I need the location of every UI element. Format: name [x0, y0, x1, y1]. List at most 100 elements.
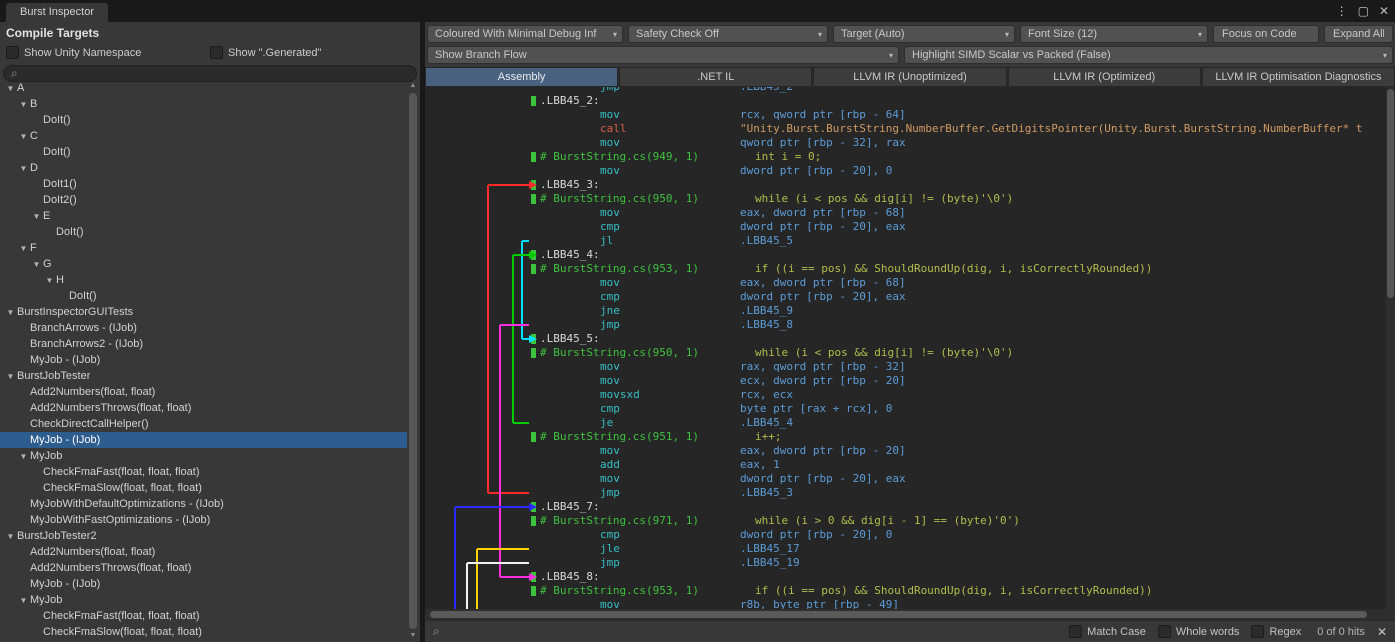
debug-info-dropdown[interactable]: Coloured With Minimal Debug Inf▾ — [427, 25, 623, 43]
close-icon[interactable]: ✕ — [1377, 625, 1387, 639]
safety-check-dropdown[interactable]: Safety Check Off▾ — [628, 25, 828, 43]
match-case-checkbox[interactable] — [1069, 625, 1082, 638]
tree-item-myjob[interactable]: ▼MyJob — [0, 592, 407, 608]
code-horizontal-scrollbar-thumb[interactable] — [430, 611, 1367, 618]
expand-all-button[interactable]: Expand All — [1324, 25, 1393, 43]
search-input[interactable] — [22, 68, 409, 80]
tree-item-checkfmafast-float-float-float[interactable]: CheckFmaFast(float, float, float) — [0, 608, 407, 624]
tree-item-f[interactable]: ▼F — [0, 240, 407, 256]
whole-words-option[interactable]: Whole words — [1158, 625, 1240, 638]
foldout-icon[interactable]: ▼ — [17, 452, 30, 461]
foldout-icon[interactable]: ▼ — [43, 276, 56, 285]
asm-op: mov — [600, 136, 620, 150]
code-horizontal-scrollbar[interactable] — [425, 609, 1395, 620]
tree-item-doit[interactable]: DoIt() — [0, 224, 407, 240]
tree-item-label: Add2NumbersThrows(float, float) — [30, 562, 191, 574]
tree-item-brancharrows-ijob[interactable]: BranchArrows - (IJob) — [0, 320, 407, 336]
tree-item-myjobwithdefaultoptimizations-ijob[interactable]: MyJobWithDefaultOptimizations - (IJob) — [0, 496, 407, 512]
tree-item-label: DoIt() — [56, 226, 84, 238]
tree-item-myjob[interactable]: ▼MyJob — [0, 448, 407, 464]
tree-item-burstjobtester2[interactable]: ▼BurstJobTester2 — [0, 528, 407, 544]
checkbox[interactable] — [6, 46, 19, 59]
tree-item-doit2[interactable]: DoIt2() — [0, 192, 407, 208]
tab-llvm-ir-optimized[interactable]: LLVM IR (Optimized) — [1008, 67, 1201, 87]
tree-item-c[interactable]: ▼C — [0, 128, 407, 144]
asm-label: .LBB45_2: — [540, 94, 600, 108]
tree-item-burstinspectorguitests[interactable]: ▼BurstInspectorGUITests — [0, 304, 407, 320]
tree-item-add2numbers-float-float[interactable]: Add2Numbers(float, float) — [0, 544, 407, 560]
tree-item-myjob-ijob[interactable]: MyJob - (IJob) — [0, 432, 407, 448]
foldout-icon[interactable]: ▼ — [4, 308, 17, 317]
window-tab[interactable]: Burst Inspector — [6, 3, 108, 22]
checkbox[interactable] — [210, 46, 223, 59]
tree-item-myjob-ijob[interactable]: MyJob - (IJob) — [0, 576, 407, 592]
tab-assembly[interactable]: Assembly — [425, 67, 618, 87]
code-vertical-scrollbar[interactable] — [1386, 87, 1395, 609]
tree-item-add2numbersthrows-float-float[interactable]: Add2NumbersThrows(float, float) — [0, 560, 407, 576]
menu-icon[interactable]: ⋮ — [1336, 4, 1348, 18]
option-show-generated[interactable]: Show ".Generated" — [210, 46, 414, 59]
foldout-icon[interactable]: ▼ — [4, 372, 17, 381]
font-size-dropdown[interactable]: Font Size (12)▾ — [1020, 25, 1208, 43]
tree-item-b[interactable]: ▼B — [0, 96, 407, 112]
tree-item-doit[interactable]: DoIt() — [0, 112, 407, 128]
foldout-icon[interactable]: ▼ — [17, 164, 30, 173]
tree-scrollbar[interactable]: ▲ ▼ — [407, 80, 419, 642]
tree-item-myjob-ijob[interactable]: MyJob - (IJob) — [0, 352, 407, 368]
tree-item-a[interactable]: ▼A — [0, 80, 407, 96]
tree-item-e[interactable]: ▼E — [0, 208, 407, 224]
maximize-icon[interactable]: ▢ — [1358, 4, 1369, 18]
foldout-icon[interactable]: ▼ — [17, 132, 30, 141]
tree-item-g[interactable]: ▼G — [0, 256, 407, 272]
tree-item-checkfmafast-float-float-float[interactable]: CheckFmaFast(float, float, float) — [0, 464, 407, 480]
foldout-icon[interactable]: ▼ — [17, 100, 30, 109]
tree-item-myjobwithfastoptimizations-ijob[interactable]: MyJobWithFastOptimizations - (IJob) — [0, 512, 407, 528]
simd-highlight-dropdown[interactable]: Highlight SIMD Scalar vs Packed (False)▾ — [904, 46, 1393, 64]
tree-item-checkfmaslow-float-float-float[interactable]: CheckFmaSlow(float, float, float) — [0, 480, 407, 496]
code-vertical-scrollbar-thumb[interactable] — [1387, 89, 1394, 298]
scroll-down-icon[interactable]: ▼ — [407, 630, 419, 642]
foldout-icon[interactable]: ▼ — [17, 596, 30, 605]
code-line: .LBB45_4: — [425, 248, 1386, 262]
target-dropdown[interactable]: Target (Auto)▾ — [833, 25, 1015, 43]
tree-item-brancharrows2-ijob[interactable]: BranchArrows2 - (IJob) — [0, 336, 407, 352]
foldout-icon[interactable]: ▼ — [4, 532, 17, 541]
tree-item-h[interactable]: ▼H — [0, 272, 407, 288]
code-line: .LBB45_3: — [425, 178, 1386, 192]
branch-flow-dropdown[interactable]: Show Branch Flow▾ — [427, 46, 899, 64]
tree-item-doit[interactable]: DoIt() — [0, 144, 407, 160]
label: Target (Auto) — [841, 28, 1001, 40]
namespace-options: Show Unity NamespaceShow ".Generated" — [0, 42, 420, 61]
focus-on-code-button[interactable]: Focus on Code — [1213, 25, 1319, 43]
foldout-icon[interactable]: ▼ — [4, 84, 17, 93]
match-case-option[interactable]: Match Case — [1069, 625, 1146, 638]
code-line: # BurstString.cs(971, 1)while (i > 0 && … — [425, 514, 1386, 528]
foldout-icon[interactable]: ▼ — [30, 260, 43, 269]
whole-words-checkbox[interactable] — [1158, 625, 1171, 638]
tree-item-burstjobtester[interactable]: ▼BurstJobTester — [0, 368, 407, 384]
regex-option[interactable]: Regex — [1251, 625, 1301, 638]
tree-item-doit[interactable]: DoIt() — [0, 288, 407, 304]
tree-item-add2numbers-float-float[interactable]: Add2Numbers(float, float) — [0, 384, 407, 400]
scroll-up-icon[interactable]: ▲ — [407, 80, 419, 92]
option-show-unity-namespace[interactable]: Show Unity Namespace — [6, 46, 210, 59]
source-code: while (i < pos && dig[i] != (byte)'\0') — [755, 346, 1013, 360]
close-icon[interactable]: ✕ — [1379, 4, 1389, 18]
tree-item-label: DoIt1() — [43, 178, 77, 190]
tree-item-label: BranchArrows2 - (IJob) — [30, 338, 143, 350]
foldout-icon[interactable]: ▼ — [17, 244, 30, 253]
tab-net-il[interactable]: .NET IL — [619, 67, 812, 87]
regex-checkbox[interactable] — [1251, 625, 1264, 638]
tree-item-d[interactable]: ▼D — [0, 160, 407, 176]
search-icon: ⌕ — [433, 624, 440, 639]
tab-llvm-ir-unoptimized[interactable]: LLVM IR (Unoptimized) — [813, 67, 1006, 87]
tree-item-add2numbersthrows-float-float[interactable]: Add2NumbersThrows(float, float) — [0, 400, 407, 416]
tree-item-checkdirectcallhelper[interactable]: CheckDirectCallHelper() — [0, 416, 407, 432]
foldout-icon[interactable]: ▼ — [30, 212, 43, 221]
tree-scrollbar-thumb[interactable] — [409, 93, 417, 629]
find-input[interactable] — [446, 626, 1057, 638]
tab-llvm-ir-optimisation-diagnostics[interactable]: LLVM IR Optimisation Diagnostics — [1202, 67, 1395, 87]
tree-item-doit1[interactable]: DoIt1() — [0, 176, 407, 192]
tree-item-checkfmaslow-float-float-float[interactable]: CheckFmaSlow(float, float, float) — [0, 624, 407, 640]
source-comment: # BurstString.cs(971, 1) — [540, 514, 699, 528]
